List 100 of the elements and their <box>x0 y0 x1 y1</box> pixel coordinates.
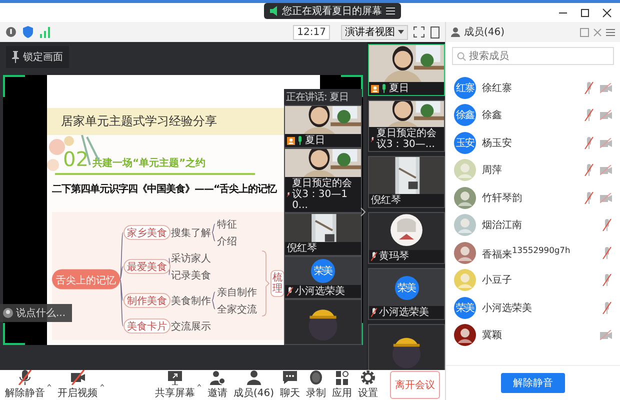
chat-input[interactable]: 说点什么... <box>0 304 72 322</box>
person-icon <box>451 27 460 37</box>
search-field[interactable]: 搜索成员 <box>452 47 614 65</box>
member-row[interactable]: 冀颖 <box>454 322 612 349</box>
member-name: 竹轩琴韵 <box>482 192 522 205</box>
pin-icon <box>12 51 19 63</box>
participant-name: 夏日 <box>389 83 409 94</box>
participant-name: 倪红琴 <box>371 195 401 206</box>
member-name: 香福来$^{13552990g7h}$ <box>482 244 570 261</box>
mind-map-leaf: 记录美食 <box>171 270 211 282</box>
notification-text: 您正在观看夏日的屏幕 <box>282 4 382 18</box>
mind-map-node: 制作美食 <box>124 293 170 308</box>
avatar: 荣美 <box>454 296 476 319</box>
toolbar-button[interactable]: 聊天 <box>280 370 300 400</box>
chat-placeholder: 说点什么... <box>16 306 66 320</box>
summary-bracket <box>262 250 270 316</box>
meeting-time: 12:17 <box>293 24 330 40</box>
mic-muted-icon[interactable] <box>602 302 612 314</box>
panel-title: 成员(46) <box>464 26 505 39</box>
view-dropdown[interactable]: 演讲者视图 <box>341 24 408 40</box>
participant-name: 小河选荣美 <box>379 307 429 318</box>
member-name: 周萍 <box>482 164 502 178</box>
member-row[interactable]: 小豆子 <box>454 266 612 294</box>
mind-map-leaf: 搜集了解 <box>171 228 211 239</box>
menu-icon[interactable] <box>606 28 615 36</box>
participant-name: 黄玛琴 <box>379 251 409 262</box>
mic-muted-icon[interactable] <box>584 82 594 94</box>
member-row[interactable]: 荣美 小河选荣美 <box>454 294 612 322</box>
member-name: 冀颖 <box>482 328 502 342</box>
toolbar-button[interactable]: 解除静音 <box>5 370 45 400</box>
avatar: 徐鑫 <box>454 104 476 126</box>
layout-icon[interactable] <box>430 26 440 38</box>
camera-off-icon[interactable] <box>600 82 612 93</box>
participant-name: 夏日预定的会议3：30—10... <box>292 178 354 211</box>
caret-icon[interactable] <box>196 382 202 388</box>
section-number: 02 <box>63 147 88 171</box>
mind-map-leaf: 亲自制作 <box>217 288 257 298</box>
collapse-icon[interactable] <box>360 207 366 217</box>
mind-map-summary: 梳理 <box>270 270 284 297</box>
member-name: 小河选荣美 <box>482 302 532 315</box>
mind-map-leaf: 特征 <box>217 220 237 230</box>
mic-muted-icon[interactable] <box>602 274 612 286</box>
info-icon[interactable] <box>5 26 17 38</box>
maximize-icon[interactable] <box>580 8 590 18</box>
participant-name: 夏日预定的会议3：30—... <box>376 128 438 150</box>
participant-name: 夏日 <box>305 135 325 146</box>
mind-map-node: 家乡美食 <box>124 225 170 240</box>
mic-muted-icon[interactable] <box>584 136 594 149</box>
mind-map-leaf: 介绍 <box>217 236 237 248</box>
speaker-icon <box>270 6 278 16</box>
mind-map-node: 美食卡片 <box>124 318 170 334</box>
avatar: 玉安 <box>454 132 476 154</box>
avatar: 荣美 <box>394 276 418 300</box>
shield-icon[interactable] <box>22 26 34 38</box>
speaker-header: 正在讲话: 夏日 <box>285 90 350 105</box>
slide-subtitle: 二下第四单元识字四《中国美食》——“舌尖上的记忆 <box>52 182 277 196</box>
toolbar-button[interactable]: 开启视频 <box>58 370 98 400</box>
mic-muted-icon[interactable] <box>584 192 594 204</box>
camera-off-icon[interactable] <box>600 138 612 148</box>
member-name: 小豆子 <box>482 274 512 288</box>
toolbar-button[interactable]: 成员(46) <box>233 370 274 400</box>
mic-muted-icon[interactable] <box>602 246 612 259</box>
mind-map-leaf: 交流展示 <box>171 322 211 332</box>
close-icon[interactable] <box>602 8 612 18</box>
mic-muted-icon[interactable] <box>602 219 612 232</box>
mind-map-leaf: 美食制作 <box>171 296 211 307</box>
camera-off-icon[interactable] <box>600 165 612 176</box>
caret-icon[interactable] <box>100 382 104 388</box>
caret-icon[interactable] <box>47 382 52 388</box>
member-row[interactable]: 香福来$^{13552990g7h}$ <box>454 239 612 266</box>
member-name: 徐红寨 <box>482 82 512 95</box>
camera-off-icon[interactable] <box>600 330 612 340</box>
avatar: 红寨 <box>454 76 476 99</box>
corner-bracket <box>3 75 25 97</box>
lock-view-button[interactable]: 锁定画面 <box>6 46 69 68</box>
caret-icon <box>398 30 404 34</box>
member-name: 烟治江南 <box>482 218 522 232</box>
mic-muted-icon[interactable] <box>584 164 594 176</box>
mic-muted-icon[interactable] <box>584 109 594 122</box>
toolbar-button[interactable]: 录制 <box>306 370 326 400</box>
member-name: 徐鑫 <box>482 108 502 122</box>
toolbar-button[interactable]: 邀请 <box>207 370 228 400</box>
popout-icon[interactable] <box>580 28 589 36</box>
fullscreen-icon[interactable] <box>413 26 425 38</box>
leave-meeting-button[interactable]: 离开会议 <box>390 371 440 399</box>
toolbar-button[interactable]: 共享屏幕 <box>154 370 195 400</box>
toolbar-button[interactable]: 应用 <box>332 370 352 400</box>
menu-icon[interactable] <box>386 7 395 15</box>
toolbar-button[interactable]: 设置 <box>358 370 378 400</box>
signal-icon <box>39 26 51 38</box>
mind-map-leaf: 采访家人 <box>171 254 211 264</box>
camera-off-icon[interactable] <box>600 192 612 203</box>
avatar: 荣美 <box>311 259 335 283</box>
member-row[interactable]: 烟治江南 <box>454 212 612 239</box>
search-icon <box>457 52 466 61</box>
slide-title: 居家单元主题式学习经验分享 <box>61 113 217 130</box>
participant-name: 小河选荣美 <box>295 286 345 297</box>
mind-map-center: 舌尖上的记忆 <box>52 269 120 290</box>
camera-off-icon[interactable] <box>600 110 612 120</box>
unmute-all-button[interactable]: 解除静音 <box>501 373 565 393</box>
